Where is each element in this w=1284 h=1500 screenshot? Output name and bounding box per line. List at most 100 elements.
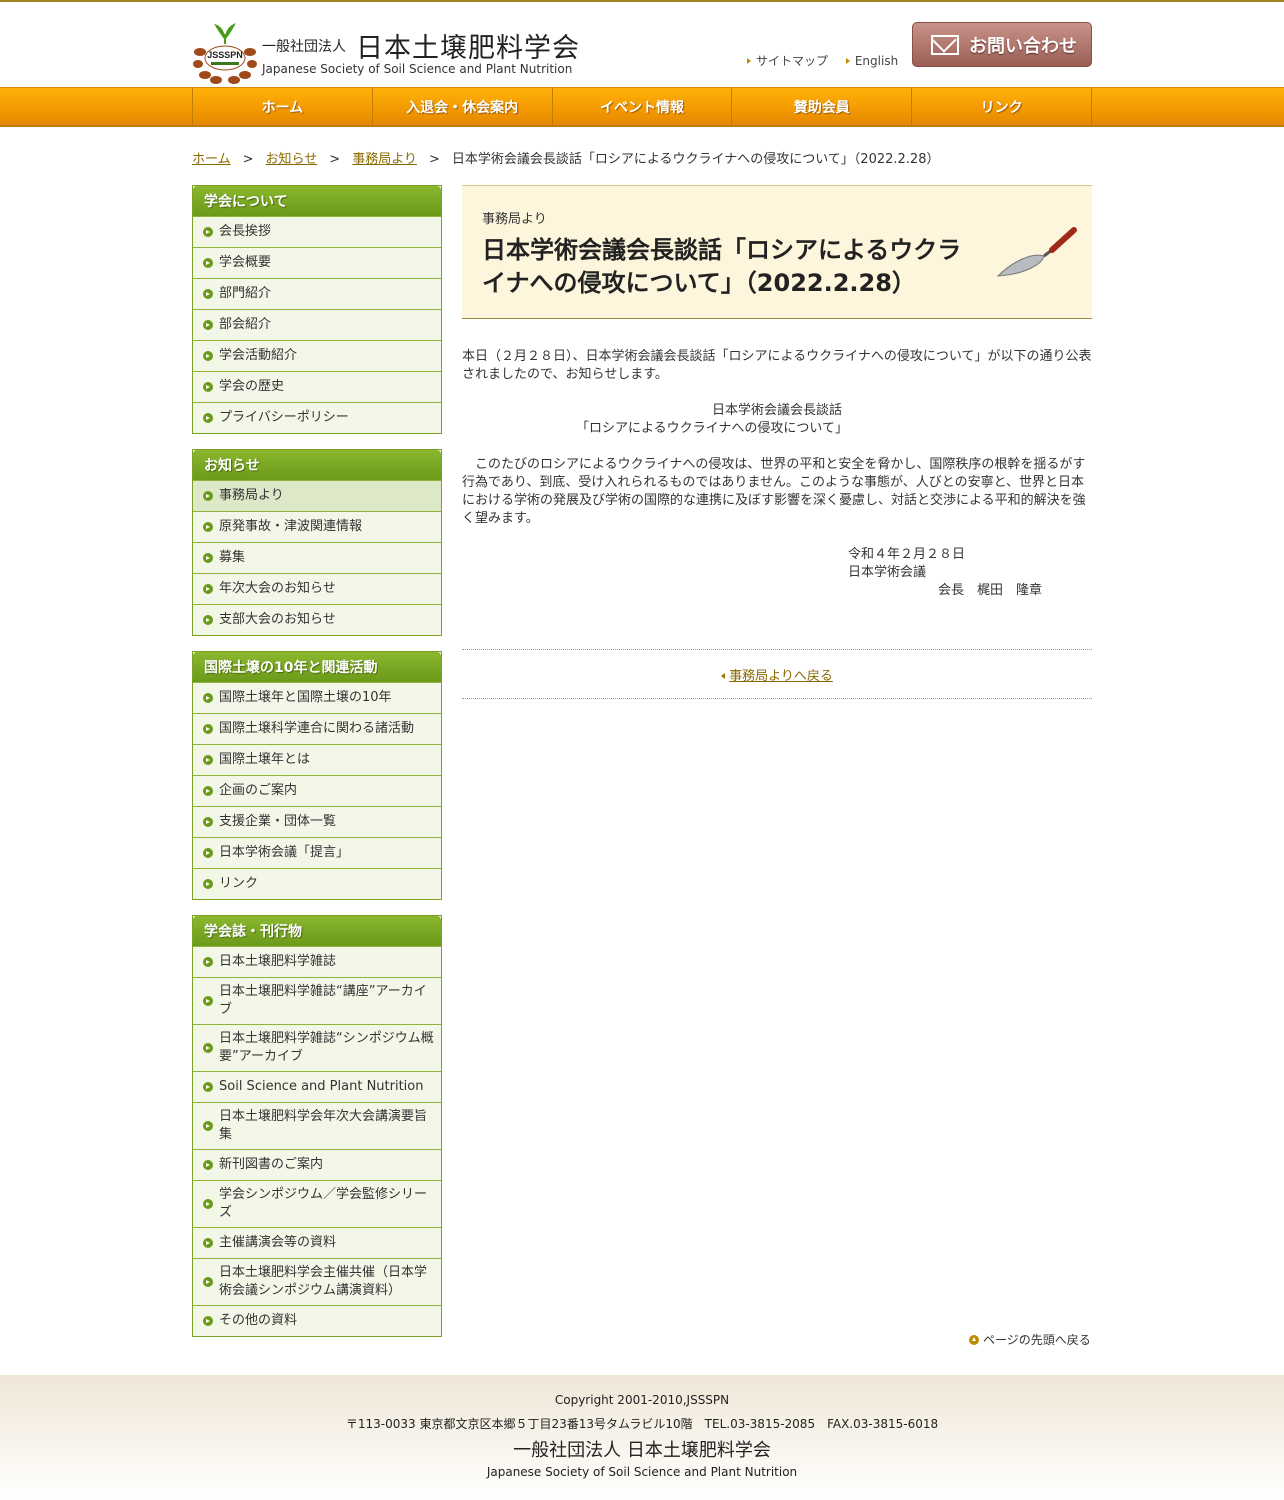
sidebar-item-scj-proposal[interactable]: 日本学術会議「提言」 [193,837,441,868]
bullet-icon [203,351,213,361]
sidebar-item-label: 日本土壌肥料学会年次大会講演要旨集 [219,1109,428,1142]
bullet-icon [203,1043,213,1053]
page-title: 日本学術会議会長談話「ロシアによるウクライナへの侵攻について」（2022.2.2… [482,236,962,297]
org-name[interactable]: 日本土壌肥料学会 [356,26,580,65]
sidebar-item-iys-decade[interactable]: 国際土壌年と国際土壌の10年 [193,682,441,713]
trowel-icon [996,227,1077,277]
sidebar-item-lecture-archive[interactable]: 日本土壌肥料学雑誌“講座”アーカイブ [193,977,441,1024]
sidebar-item-activities[interactable]: 学会活動紹介 [193,340,441,371]
page-top-link[interactable]: ページの先頭へ戻る [969,1331,1091,1348]
sidebar-section-about: 学会について 会長挨拶 学会概要 部門紹介 部会紹介 学会活動紹介 学会の歴史 … [192,185,442,434]
bullet-icon [203,382,213,392]
nav-home[interactable]: ホーム [193,88,373,126]
bullet-icon [203,584,213,594]
page-top-label: ページの先頭へ戻る [983,1333,1091,1347]
statement-org: 日本学術会議 [848,565,927,580]
sidebar-item-projects[interactable]: 企画のご案内 [193,775,441,806]
nav-events[interactable]: イベント情報 [553,88,733,126]
main-content: 事務局より 日本学術会議会長談話「ロシアによるウクライナへの侵攻について」（20… [462,185,1092,699]
sidebar-heading-iys[interactable]: 国際土壌の10年と関連活動 [193,652,441,682]
sidebar-item-symposium-archive[interactable]: 日本土壌肥料学雑誌“シンポジウム概要”アーカイブ [193,1024,441,1071]
nav-membership[interactable]: 入退会・休会案内 [373,88,553,126]
sidebar-item-other-materials[interactable]: その他の資料 [193,1305,441,1336]
sitemap-label: サイトマップ [756,54,829,68]
sidebar-item-greeting[interactable]: 会長挨拶 [193,216,441,247]
sidebar-item-label: 国際土壌科学連合に関わる諸活動 [219,721,415,736]
sidebar-item-label: 学会シンポジウム／学会監修シリーズ [219,1187,428,1220]
sidebar-item-label: 日本土壌肥料学会主催共催（日本学術会議シンポジウム講演資料） [219,1265,428,1298]
english-link[interactable]: English [845,54,898,68]
sidebar-item-abstracts[interactable]: 日本土壌肥料学会年次大会講演要旨集 [193,1102,441,1149]
sidebar-item-groups[interactable]: 部会紹介 [193,309,441,340]
sidebar-item-iys-links[interactable]: リンク [193,868,441,899]
nav-supporters[interactable]: 賛助会員 [732,88,913,126]
article-category: 事務局より [482,212,547,227]
breadcrumb-home[interactable]: ホーム [192,152,231,167]
sidebar: 学会について 会長挨拶 学会概要 部門紹介 部会紹介 学会活動紹介 学会の歴史 … [192,185,442,1352]
sidebar-heading-news[interactable]: お知らせ [193,450,441,480]
arrow-up-icon [969,1334,979,1345]
breadcrumb: ホーム > お知らせ > 事務局より > 日本学術会議会長談話「ロシアによるウクライナへの侵… [192,148,939,167]
breadcrumb-separator: > [428,152,440,167]
back-to-office-link[interactable]: 事務局よりへ戻る [729,669,833,684]
sidebar-item-label: 学会の歴史 [219,379,285,394]
sidebar-item-iys-about[interactable]: 国際土壌年とは [193,744,441,775]
statement-body: このたびのロシアによるウクライナへの侵攻は、世界の平和と安全を脅かし、国際秩序の… [462,457,1086,526]
sidebar-item-label: 支部大会のお知らせ [219,612,336,627]
breadcrumb-news[interactable]: お知らせ [266,152,318,167]
sidebar-item-label: 国際土壌年とは [219,752,311,767]
sidebar-item-scj-symposium[interactable]: 日本土壌肥料学会主催共催（日本学術会議シンポジウム講演資料） [193,1258,441,1305]
bullet-icon [203,1238,213,1248]
sidebar-item-overview[interactable]: 学会概要 [193,247,441,278]
sidebar-item-label: 国際土壌年と国際土壌の10年 [219,690,392,705]
bullet-icon [203,1277,213,1287]
statement-signer: 会長 梶田 隆章 [938,583,1043,598]
contact-label: お問い合わせ [969,35,1077,57]
sidebar-item-office[interactable]: 事務局より [193,480,441,511]
sidebar-item-label: 会長挨拶 [219,224,272,239]
sidebar-heading-about[interactable]: 学会について [193,186,441,216]
sidebar-item-annual-meeting[interactable]: 年次大会のお知らせ [193,573,441,604]
bullet-icon [203,258,213,268]
sidebar-item-sspn[interactable]: Soil Science and Plant Nutrition [193,1071,441,1102]
sidebar-item-recruit[interactable]: 募集 [193,542,441,573]
contact-button[interactable]: お問い合わせ [912,22,1092,67]
sidebar-item-history[interactable]: 学会の歴史 [193,371,441,402]
sidebar-item-label: Soil Science and Plant Nutrition [219,1079,424,1094]
bullet-icon [203,755,213,765]
logo-text: JSSSPN [207,50,243,60]
breadcrumb-office[interactable]: 事務局より [352,152,417,167]
sidebar-item-label: リンク [219,876,259,891]
breadcrumb-separator: > [242,152,254,167]
site-header: JSSSPN 一般社団法人 日本土壌肥料学会 Japanese Society … [192,2,1092,87]
sidebar-item-label: 学会活動紹介 [219,348,298,363]
sidebar-item-journal[interactable]: 日本土壌肥料学雑誌 [193,946,441,977]
sidebar-item-label: 日本土壌肥料学雑誌 [219,954,337,969]
sidebar-item-lecture-materials[interactable]: 主催講演会等の資料 [193,1227,441,1258]
sidebar-item-iuss[interactable]: 国際土壌科学連合に関わる諸活動 [193,713,441,744]
header-links: サイトマップ English [747,52,912,69]
arrow-right-icon [845,58,850,64]
sidebar-item-new-books[interactable]: 新刊図書のご案内 [193,1149,441,1180]
bullet-icon [203,848,213,858]
sitemap-link[interactable]: サイトマップ [747,54,828,68]
sidebar-item-label: 企画のご案内 [219,783,298,798]
sidebar-section-publications: 学会誌・刊行物 日本土壌肥料学雑誌 日本土壌肥料学雑誌“講座”アーカイブ 日本土… [192,915,442,1337]
sidebar-item-branch-meeting[interactable]: 支部大会のお知らせ [193,604,441,635]
nav-links[interactable]: リンク [912,88,1092,126]
bullet-icon [203,1160,213,1170]
sidebar-item-label: プライバシーポリシー [219,410,349,425]
sidebar-heading-publications[interactable]: 学会誌・刊行物 [193,916,441,946]
sidebar-item-symposium-series[interactable]: 学会シンポジウム／学会監修シリーズ [193,1180,441,1227]
sidebar-item-label: 日本学術会議「提言」 [219,845,350,860]
sidebar-item-privacy[interactable]: プライバシーポリシー [193,402,441,433]
sidebar-item-disaster[interactable]: 原発事故・津波関連情報 [193,511,441,542]
bullet-icon [203,693,213,703]
sidebar-item-divisions[interactable]: 部門紹介 [193,278,441,309]
bullet-icon [203,320,213,330]
bullet-icon [203,1199,213,1209]
sidebar-item-sponsors[interactable]: 支援企業・団体一覧 [193,806,441,837]
society-logo[interactable]: JSSSPN [192,20,258,84]
statement-subheading: 「ロシアによるウクライナへの侵攻について」 [576,421,848,436]
bullet-icon [203,957,213,967]
